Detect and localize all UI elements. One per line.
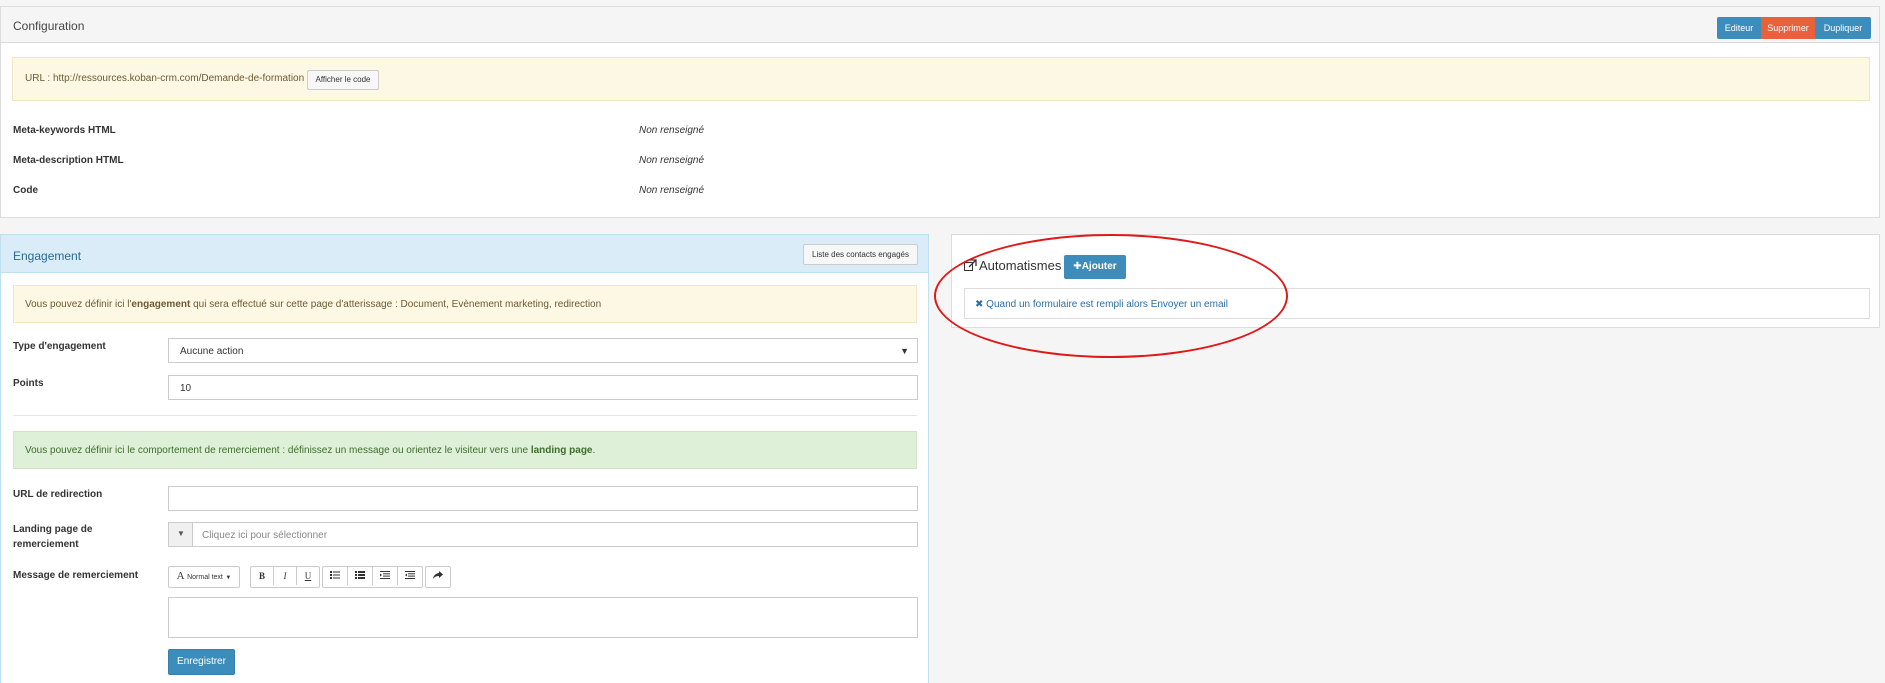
duplicate-button[interactable]: Dupliquer — [1815, 17, 1871, 39]
landing-page-dropdown-button[interactable]: ▼ — [168, 522, 193, 547]
engaged-contacts-button[interactable]: Liste des contacts engagés — [803, 244, 918, 265]
italic-button[interactable]: I — [274, 567, 297, 585]
engagement-header: Engagement Liste des contacts engagés — [1, 235, 928, 273]
section-divider — [13, 415, 917, 416]
list-ol-icon — [355, 571, 365, 579]
engagement-panel: Engagement Liste des contacts engagés Vo… — [0, 234, 929, 683]
landing-page-placeholder: Cliquez ici pour sélectionner — [202, 530, 328, 541]
landing-page-select[interactable]: Cliquez ici pour sélectionner — [192, 522, 918, 547]
thanks-alert: Vous pouvez définir ici le comportement … — [13, 431, 917, 469]
indent-button[interactable] — [398, 567, 422, 585]
text-format-group: B I U — [250, 566, 320, 588]
redirect-url-input[interactable] — [168, 486, 918, 511]
thanks-message-label: Message de remerciement — [13, 570, 139, 581]
thanks-alert-text: Vous pouvez définir ici le comportement … — [25, 445, 595, 456]
engagement-type-value: Aucune action — [180, 346, 244, 357]
alert-text-bold: engagement — [131, 299, 191, 310]
points-value: 10 — [180, 383, 192, 394]
points-input[interactable]: 10 — [168, 375, 918, 400]
engagement-alert: Vous pouvez définir ici l'engagement qui… — [13, 285, 917, 323]
meta-keywords-label: Meta-keywords HTML — [13, 125, 116, 136]
outdent-icon — [380, 571, 390, 579]
delete-button[interactable]: Supprimer — [1761, 17, 1815, 39]
landing-label-line1: Landing page de — [13, 524, 93, 535]
underline-button[interactable]: U — [297, 567, 319, 585]
engagement-type-label: Type d'engagement — [13, 341, 106, 352]
url-text: URL : http://ressources.koban-crm.com/De… — [25, 73, 305, 84]
landing-label-line2: remerciement — [13, 539, 79, 550]
save-button[interactable]: Enregistrer — [168, 649, 235, 675]
url-alert: URL : http://ressources.koban-crm.com/De… — [12, 57, 1870, 101]
ordered-list-button[interactable] — [348, 567, 373, 585]
engagement-alert-text: Vous pouvez définir ici l'engagement qui… — [25, 299, 601, 310]
landing-page-label: Landing page de remerciement — [13, 522, 92, 552]
thanks-text-start: Vous pouvez définir ici le comportement … — [25, 445, 531, 456]
font-style-label: Normal text — [187, 574, 223, 581]
link-button[interactable] — [426, 567, 450, 585]
outdent-button[interactable] — [373, 567, 398, 585]
engagement-title: Engagement — [13, 249, 82, 263]
annotation-ellipse — [934, 234, 1288, 358]
font-style-dropdown[interactable]: A Normal text ▼ — [169, 567, 239, 585]
configuration-panel: Configuration Editeur Supprimer Duplique… — [0, 6, 1880, 218]
caret-down-icon: ▼ — [225, 575, 232, 581]
configuration-title: Configuration — [13, 19, 85, 33]
bold-button[interactable]: B — [251, 567, 274, 585]
thanks-text-end: . — [592, 445, 596, 456]
caret-down-icon: ▼ — [900, 346, 909, 356]
meta-keywords-value: Non renseigné — [639, 125, 705, 136]
list-ul-icon — [330, 571, 340, 579]
engagement-type-select[interactable]: Aucune action ▼ — [168, 338, 918, 363]
link-group — [425, 566, 451, 588]
show-code-button[interactable]: Afficher le code — [307, 70, 379, 90]
indent-icon — [405, 571, 415, 579]
editor-button[interactable]: Editeur — [1717, 17, 1761, 39]
code-label: Code — [13, 185, 38, 196]
alert-text-start: Vous pouvez définir ici l' — [25, 299, 132, 310]
caret-down-icon: ▼ — [177, 529, 185, 538]
list-format-group — [322, 566, 423, 588]
thanks-message-editor[interactable] — [168, 597, 918, 638]
alert-text-end: qui sera effectué sur cette page d'atter… — [190, 299, 602, 310]
font-a-icon: A — [176, 570, 185, 582]
thanks-text-bold: landing page — [530, 445, 593, 456]
configuration-header: Configuration Editeur Supprimer Duplique… — [1, 7, 1879, 43]
redirect-url-label: URL de redirection — [13, 489, 103, 500]
meta-description-value: Non renseigné — [639, 155, 705, 166]
points-label: Points — [13, 378, 44, 389]
font-style-group: A Normal text ▼ — [168, 566, 240, 588]
unordered-list-button[interactable] — [323, 567, 348, 585]
meta-description-label: Meta-description HTML — [13, 155, 124, 166]
code-value: Non renseigné — [639, 185, 705, 196]
share-arrow-icon — [433, 571, 443, 579]
